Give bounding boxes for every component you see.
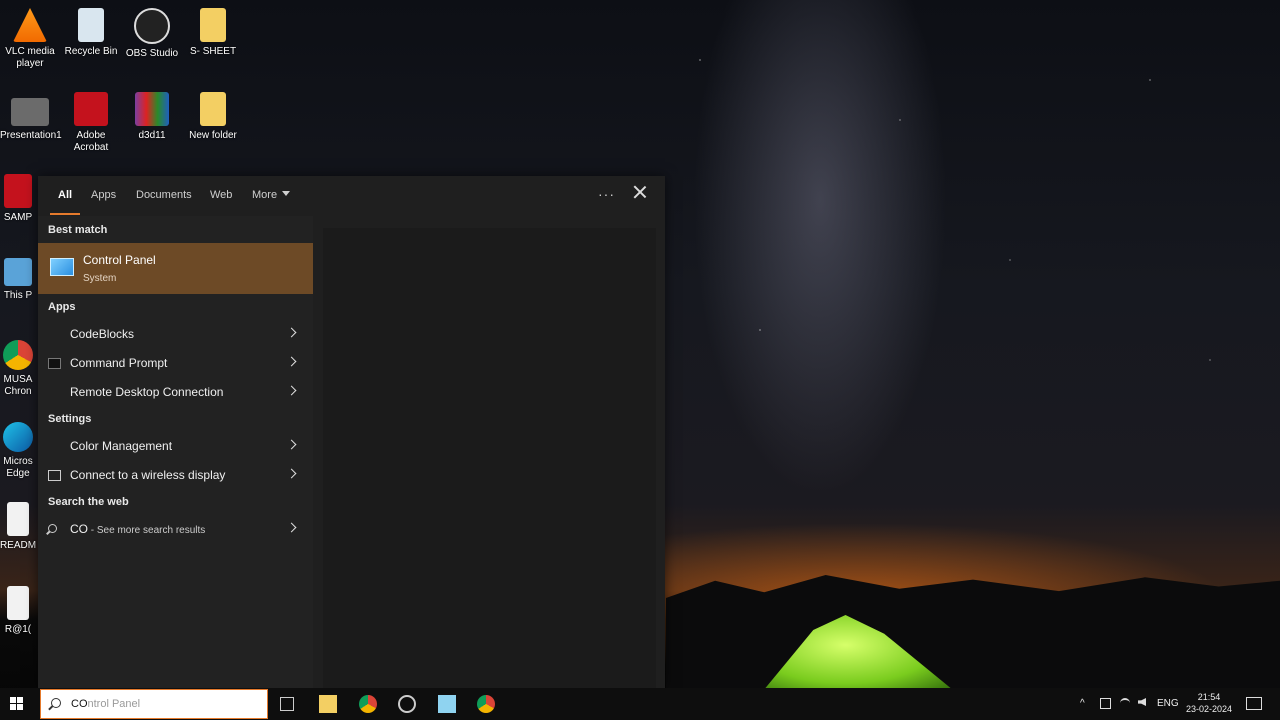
edge-icon <box>3 422 33 452</box>
best-match-subtitle: System <box>83 273 117 284</box>
chevron-right-icon[interactable] <box>286 356 297 367</box>
chevron-right-icon[interactable] <box>286 468 297 479</box>
desktop-icon-edge[interactable]: Micros Edge <box>0 422 40 480</box>
chevron-right-icon[interactable] <box>286 327 297 338</box>
active-tab-indicator <box>50 213 80 215</box>
desktop-icon-r1[interactable]: R@1( <box>0 586 40 636</box>
file-explorer-icon[interactable] <box>319 695 337 713</box>
taskbar-search-input[interactable]: COntrol Panel <box>40 689 268 719</box>
best-match-title: Control Panel <box>83 253 156 267</box>
desktop-icon-obs[interactable]: OBS Studio <box>122 8 182 60</box>
desktop-icon-readme[interactable]: READM <box>0 502 40 552</box>
desktop-icon-chrome[interactable]: MUSA Chron <box>0 340 40 398</box>
clock[interactable]: 21:54 23-02-2024 <box>1186 691 1232 715</box>
this-pc-icon <box>4 258 32 286</box>
start-search-panel: All Apps Documents Web More ··· Best mat… <box>38 176 665 688</box>
close-icon[interactable] <box>632 184 648 200</box>
folder-icon <box>200 92 226 126</box>
chrome-icon <box>3 340 33 370</box>
search-tabs: All Apps Documents Web More ··· <box>38 176 665 216</box>
desktop-icon-samp[interactable]: SAMP <box>0 174 40 224</box>
notification-icon[interactable] <box>1246 697 1262 710</box>
chevron-down-icon <box>282 191 291 196</box>
app-codeblocks[interactable]: CodeBlocks <box>38 320 313 348</box>
apps-header: Apps <box>48 301 76 313</box>
tab-more[interactable]: More <box>252 189 291 201</box>
battery-icon[interactable] <box>1100 698 1111 709</box>
best-match-header: Best match <box>48 224 108 236</box>
desktop-icon-new-folder[interactable]: New folder <box>183 92 243 142</box>
chevron-right-icon[interactable] <box>286 522 297 533</box>
web-search-result[interactable]: CO - See more search results <box>38 515 313 543</box>
tab-apps[interactable]: Apps <box>91 189 116 201</box>
presentation-icon <box>11 98 49 126</box>
show-hidden-icons-button[interactable]: ^ <box>1080 698 1085 709</box>
desktop-icon-this-pc[interactable]: This P <box>0 258 40 302</box>
tab-all[interactable]: All <box>58 189 72 201</box>
obs-icon[interactable] <box>398 695 416 713</box>
search-icon <box>48 524 57 533</box>
search-web-header: Search the web <box>48 496 129 508</box>
desktop-icon-recycle-bin[interactable]: Recycle Bin <box>61 8 121 58</box>
chevron-right-icon[interactable] <box>286 439 297 450</box>
document-icon <box>7 586 29 620</box>
settings-header: Settings <box>48 413 92 425</box>
folder-icon <box>200 8 226 42</box>
search-icon <box>51 698 61 708</box>
control-panel-icon <box>50 258 74 276</box>
desktop-icon-vlc[interactable]: VLC media player <box>0 8 60 70</box>
snipping-tool-icon[interactable] <box>438 695 456 713</box>
vlc-icon <box>13 8 47 42</box>
volume-icon[interactable] <box>1138 698 1146 706</box>
obs-icon <box>134 8 170 44</box>
language-indicator[interactable]: ENG <box>1157 698 1179 709</box>
winrar-icon <box>135 92 169 126</box>
results-list: Best match Control Panel System Apps Cod… <box>38 216 313 688</box>
desktop-icon-d3d11[interactable]: d3d11 <box>122 92 182 142</box>
document-icon <box>7 502 29 536</box>
chrome-icon[interactable] <box>359 695 377 713</box>
desktop-icon-presentation1[interactable]: Presentation1 <box>0 92 62 142</box>
recycle-bin-icon <box>78 8 104 42</box>
more-options-button[interactable]: ··· <box>598 186 615 202</box>
app-remote-desktop[interactable]: Remote Desktop Connection <box>38 378 313 406</box>
task-view-icon[interactable] <box>280 697 294 711</box>
chrome-icon[interactable] <box>477 695 495 713</box>
chevron-right-icon[interactable] <box>286 385 297 396</box>
tab-web[interactable]: Web <box>210 189 232 201</box>
desktop-icon-acrobat[interactable]: Adobe Acrobat <box>61 92 121 154</box>
tab-documents[interactable]: Documents <box>136 189 192 201</box>
desktop-icon-s-sheet[interactable]: S- SHEET <box>183 8 243 58</box>
setting-wireless-display[interactable]: Connect to a wireless display <box>38 461 313 489</box>
best-match-control-panel[interactable]: Control Panel System <box>38 243 313 294</box>
command-prompt-icon <box>48 358 61 369</box>
pdf-icon <box>4 174 32 208</box>
app-command-prompt[interactable]: Command Prompt <box>38 349 313 377</box>
windows-start-icon[interactable] <box>10 697 24 711</box>
taskbar: COntrol Panel ^ ENG 21:54 23-02-2024 <box>0 688 1280 720</box>
setting-color-management[interactable]: Color Management <box>38 432 313 460</box>
display-icon <box>48 470 61 481</box>
wallpaper-hills <box>666 575 1280 690</box>
wifi-icon[interactable] <box>1120 698 1130 708</box>
acrobat-icon <box>74 92 108 126</box>
preview-pane <box>323 228 656 688</box>
